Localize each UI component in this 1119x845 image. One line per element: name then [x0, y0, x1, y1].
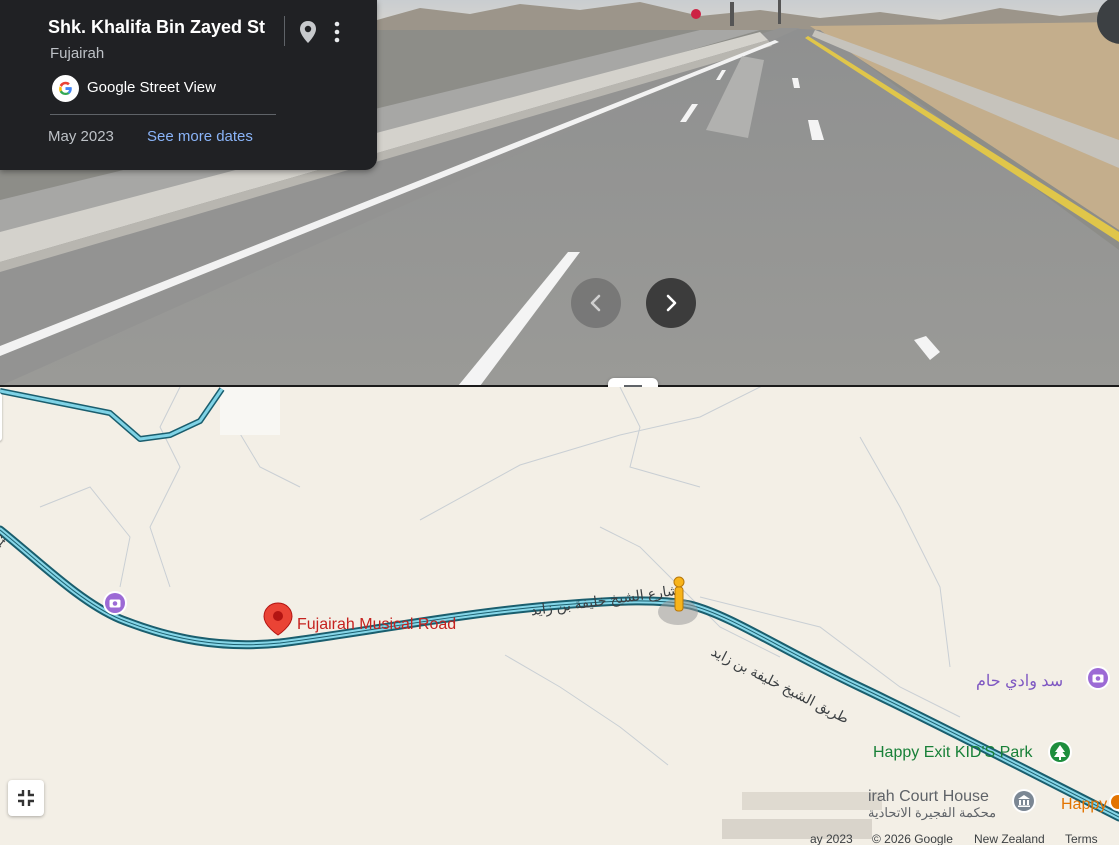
street-view-provider: Google Street View [87, 79, 216, 96]
poi-label-musical-road[interactable]: Fujairah Musical Road [297, 616, 456, 634]
divider [50, 114, 276, 115]
pegman-icon[interactable] [669, 576, 689, 614]
divider [284, 16, 285, 46]
exit-fullscreen-button[interactable] [8, 780, 44, 816]
side-panel-toggle[interactable] [0, 393, 2, 441]
chevron-right-icon [666, 294, 677, 312]
photo-pin-icon[interactable] [101, 590, 129, 620]
poi-label-kids-park[interactable]: Happy Exit KID'S Park [873, 744, 1033, 762]
poi-label-court-house[interactable]: irah Court House [868, 788, 989, 806]
map-canvas[interactable] [0, 387, 1119, 845]
photo-pin-icon[interactable] [1084, 665, 1112, 695]
poi-pin-partial-icon[interactable] [1108, 792, 1119, 814]
street-view-subtitle: Fujairah [50, 45, 105, 62]
more-options-button[interactable] [328, 18, 346, 46]
red-location-marker-icon[interactable] [261, 601, 295, 637]
street-view-title: Shk. Khalifa Bin Zayed St [48, 17, 266, 37]
exit-fullscreen-icon [18, 790, 34, 806]
more-vert-icon [334, 21, 340, 43]
location-pin-icon [300, 21, 316, 43]
next-image-button[interactable] [646, 278, 696, 328]
street-view-info-card: Shk. Khalifa Bin Zayed St Fujairah Googl… [0, 0, 377, 170]
location-pin-button[interactable] [296, 18, 320, 46]
capture-date: May 2023 [48, 128, 114, 145]
poi-label-happy-partial[interactable]: Happy [1061, 796, 1107, 814]
street-view-pane[interactable]: Shk. Khalifa Bin Zayed St Fujairah Googl… [0, 0, 1119, 386]
footer-region[interactable]: New Zealand [974, 832, 1045, 845]
see-more-dates-link[interactable]: See more dates [147, 128, 253, 145]
footer-copyright: © 2026 Google [872, 832, 953, 845]
chevron-left-icon [590, 294, 601, 312]
government-building-pin-icon[interactable] [1010, 788, 1038, 818]
previous-image-button[interactable] [571, 278, 621, 328]
footer-terms-link[interactable]: Terms [1065, 832, 1098, 845]
park-pin-icon[interactable] [1046, 739, 1074, 769]
google-logo-icon [52, 75, 79, 102]
poi-label-dam[interactable]: سد وادي حام [976, 671, 1063, 691]
footer-date: ay 2023 [810, 832, 853, 845]
poi-label-court-house-ar[interactable]: محكمة الفجيرة الاتحادية [868, 805, 996, 821]
map-pane[interactable]: St شارع الشيخ خليفة بن زايد طريق الشيخ خ… [0, 387, 1119, 845]
